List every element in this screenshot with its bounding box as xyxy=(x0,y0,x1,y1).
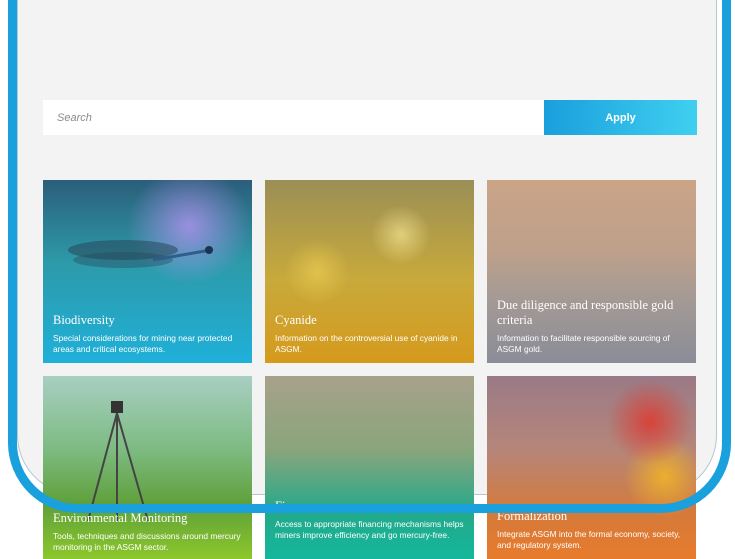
search-bar: Apply xyxy=(43,100,697,135)
card-description: Access to appropriate financing mechanis… xyxy=(275,519,464,540)
page-frame: Apply Biodiversity Special consideration… xyxy=(0,0,735,559)
card-description: Information to facilitate responsible so… xyxy=(497,333,670,354)
card-description: Special considerations for mining near p… xyxy=(53,333,233,354)
card-title: Formalization xyxy=(497,509,568,523)
card-finance[interactable]: Finance Access to appropriate financing … xyxy=(265,376,474,559)
tripod-icon xyxy=(87,401,149,521)
card-formalization[interactable]: Formalization Integrate ASGM into the fo… xyxy=(487,376,696,559)
card-title: Finance xyxy=(275,499,315,513)
card-title: Environmental Monitoring xyxy=(53,511,188,525)
card-title: Cyanide xyxy=(275,313,317,327)
card-description: Integrate ASGM into the formal economy, … xyxy=(497,529,681,550)
dragonfly-icon xyxy=(68,240,213,268)
card-title: Biodiversity xyxy=(53,313,115,327)
card-description: Information on the controversial use of … xyxy=(275,333,458,354)
card-environmental-monitoring[interactable]: Environmental Monitoring Tools, techniqu… xyxy=(43,376,252,559)
card-biodiversity[interactable]: Biodiversity Special considerations for … xyxy=(43,180,252,363)
card-description: Tools, techniques and discussions around… xyxy=(53,531,241,552)
card-title: Due diligence and responsible gold crite… xyxy=(497,298,674,327)
apply-button[interactable]: Apply xyxy=(544,100,697,135)
card-cyanide[interactable]: Cyanide Information on the controversial… xyxy=(265,180,474,363)
card-due-diligence[interactable]: Due diligence and responsible gold crite… xyxy=(487,180,696,363)
search-input[interactable] xyxy=(43,100,544,135)
